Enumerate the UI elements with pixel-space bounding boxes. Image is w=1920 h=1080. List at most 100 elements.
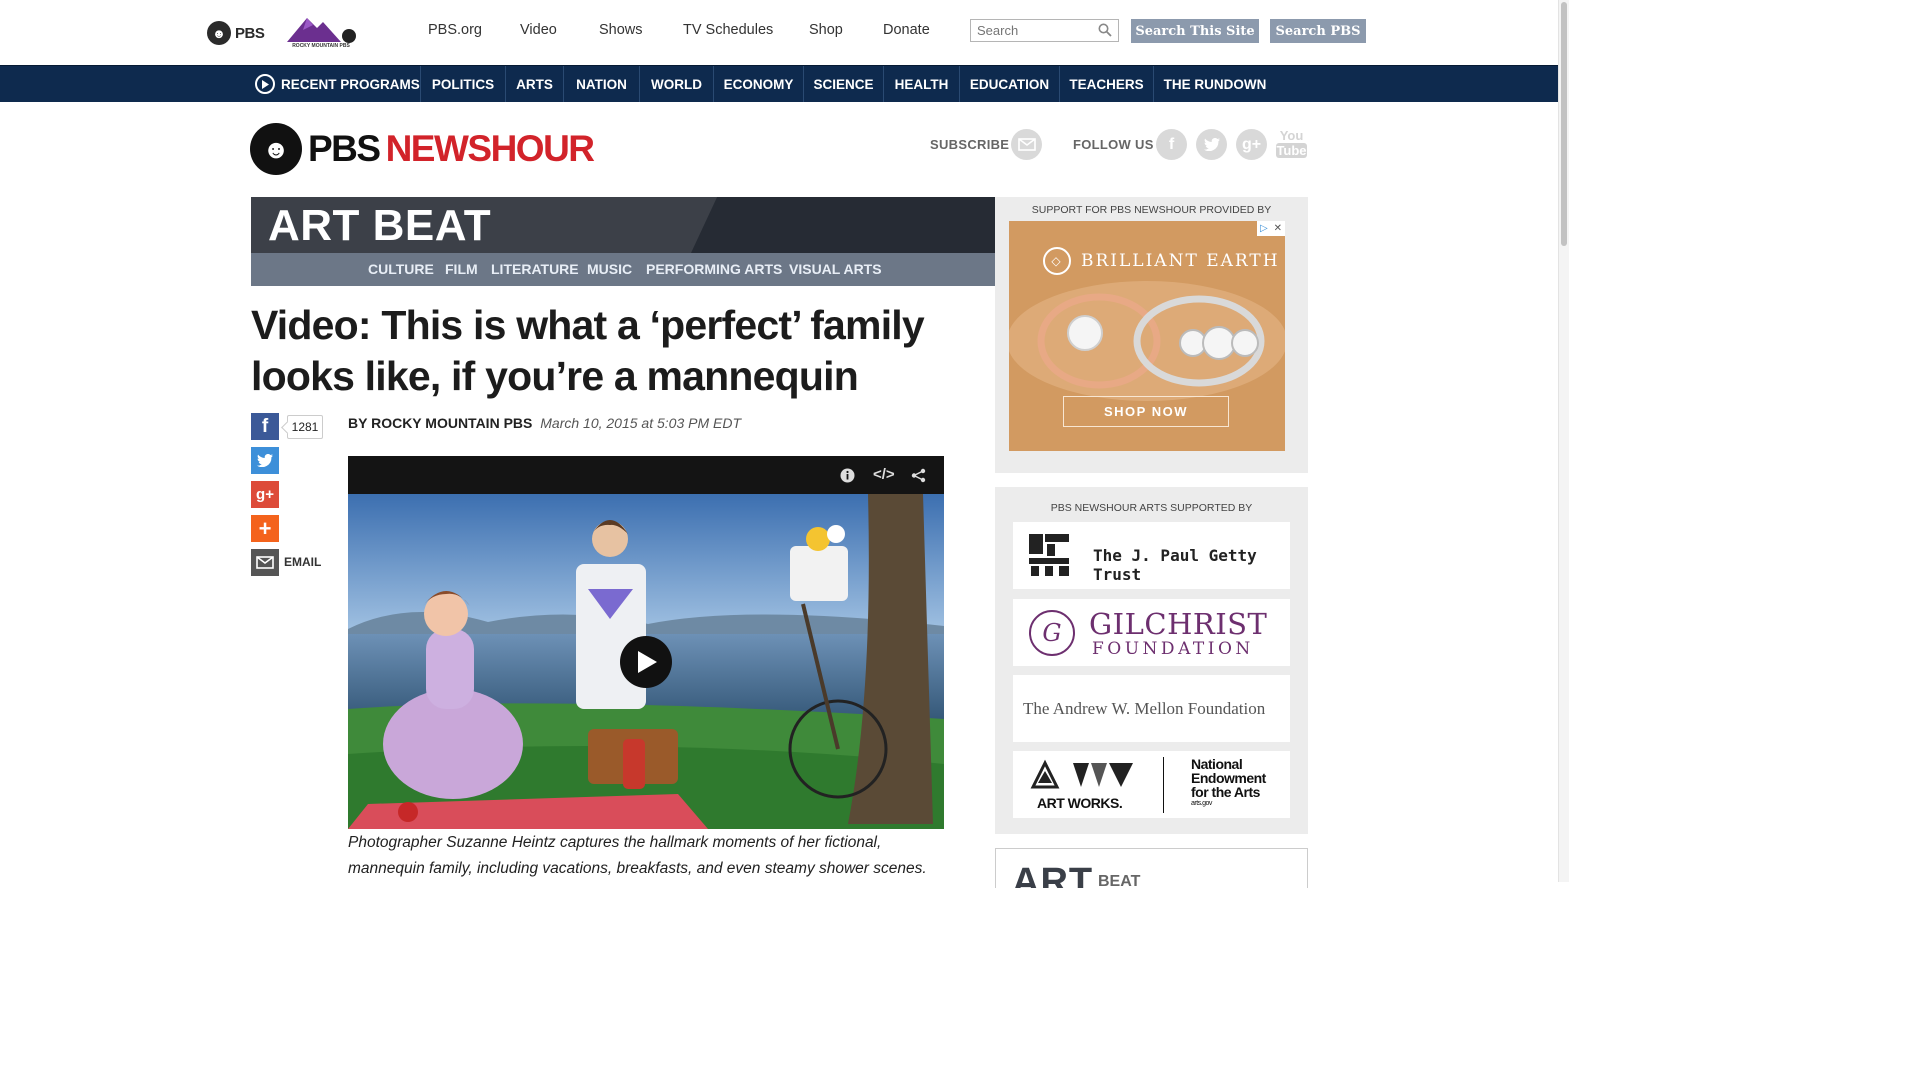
- nav-education[interactable]: EDUCATION: [960, 66, 1060, 102]
- art-beat-categories: CULTURE FILM LITERATURE MUSIC PERFORMING…: [251, 253, 995, 286]
- nav-nation[interactable]: NATION: [564, 66, 640, 102]
- nav-health[interactable]: HEALTH: [884, 66, 960, 102]
- nav-label: RECENT PROGRAMS: [281, 76, 420, 92]
- art-beat-promo[interactable]: ART BEAT: [995, 848, 1308, 888]
- share-icon[interactable]: [911, 468, 926, 483]
- sponsor-gilchrist[interactable]: G GILCHRIST FOUNDATION: [1013, 599, 1290, 666]
- art-beat-title-bar: ART BEAT: [251, 197, 995, 253]
- nav-teachers[interactable]: TEACHERS: [1060, 66, 1154, 102]
- nea-text: National Endowment for the Arts arts.gov: [1191, 757, 1266, 808]
- pbs-logo[interactable]: ☻ PBS: [207, 20, 265, 46]
- sponsor-mellon-text: The Andrew W. Mellon Foundation: [1023, 699, 1266, 718]
- sponsors-container: PBS NEWSHOUR ARTS SUPPORTED BY The J. Pa…: [995, 487, 1308, 834]
- pbs-top-bar: ☻ PBS ROCKY MOUNTAIN PBS PBS.org Video S…: [0, 0, 1558, 65]
- nav-economy[interactable]: ECONOMY: [714, 66, 804, 102]
- email-share-icon[interactable]: [251, 549, 279, 576]
- promo-title: ART: [1012, 861, 1094, 888]
- category-performing-arts[interactable]: PERFORMING ARTS: [646, 261, 782, 277]
- pbs-logo-text: PBS: [235, 24, 265, 42]
- twitter-icon[interactable]: [1196, 129, 1227, 160]
- category-film[interactable]: FILM: [445, 261, 478, 277]
- search-pbs-button[interactable]: Search PBS: [1270, 19, 1366, 43]
- pbs-head-icon: ☻: [207, 21, 231, 45]
- nav-the-rundown[interactable]: THE RUNDOWN: [1154, 66, 1276, 102]
- top-link-shop[interactable]: Shop: [809, 22, 843, 38]
- art-works-text: ART WORKS.: [1037, 795, 1123, 811]
- adchoices-icon[interactable]: ▷ ✕: [1257, 221, 1285, 236]
- ad-support-label: SUPPORT FOR PBS NEWSHOUR PROVIDED BY: [1031, 204, 1272, 216]
- video-player[interactable]: </>: [348, 456, 944, 829]
- search-this-site-button[interactable]: Search This Site: [1131, 19, 1259, 43]
- nav-world[interactable]: WORLD: [640, 66, 714, 102]
- top-link-shows[interactable]: Shows: [599, 22, 643, 38]
- nea-line-1: National: [1191, 756, 1243, 772]
- nav-arts[interactable]: ARTS: [506, 66, 564, 102]
- top-link-tv-schedules[interactable]: TV Schedules: [683, 22, 773, 38]
- youtube-tube: Tube: [1276, 143, 1307, 158]
- sponsor-gilchrist-sub: FOUNDATION: [1092, 639, 1254, 659]
- email-subscribe-icon[interactable]: [1011, 129, 1042, 160]
- top-link-video[interactable]: Video: [520, 22, 557, 38]
- art-beat-banner: ART BEAT CULTURE FILM LITERATURE MUSIC P…: [251, 197, 995, 286]
- nea-line-2: Endowment: [1191, 770, 1266, 786]
- scrollbar-thumb[interactable]: [1561, 2, 1567, 246]
- mountain-icon: [287, 18, 356, 43]
- facebook-icon[interactable]: f: [1156, 129, 1187, 160]
- play-icon: [638, 651, 657, 673]
- category-music[interactable]: MUSIC: [587, 261, 632, 277]
- category-visual-arts[interactable]: VISUAL ARTS: [789, 261, 882, 277]
- svg-text:G: G: [1042, 619, 1061, 647]
- station-label: ROCKY MOUNTAIN PBS: [292, 43, 350, 49]
- follow-us-label: FOLLOW US: [1073, 137, 1154, 152]
- rocky-mountain-pbs-logo[interactable]: ROCKY MOUNTAIN PBS: [283, 14, 359, 52]
- section-title[interactable]: ART BEAT: [268, 201, 491, 251]
- facebook-share-icon[interactable]: f: [251, 413, 279, 440]
- sponsor-mellon[interactable]: The Andrew W. Mellon Foundation: [1013, 675, 1290, 742]
- ad-container: SUPPORT FOR PBS NEWSHOUR PROVIDED BY ▷ ✕ …: [995, 197, 1308, 473]
- nav-politics[interactable]: POLITICS: [421, 66, 506, 102]
- article-headline: Video: This is what a ‘perfect’ family l…: [251, 302, 925, 399]
- embed-icon[interactable]: </>: [873, 466, 895, 483]
- shop-now-button[interactable]: SHOP NOW: [1063, 396, 1229, 427]
- sponsor-nea[interactable]: ART WORKS. National Endowment for the Ar…: [1013, 751, 1290, 818]
- search-icon[interactable]: [1098, 23, 1112, 37]
- search-field: [970, 19, 1119, 42]
- google-plus-share-icon[interactable]: g+: [251, 481, 279, 508]
- subscribe-label[interactable]: SUBSCRIBE: [930, 137, 1009, 152]
- ad-brand: ◇ BRILLIANT EARTH: [1043, 247, 1280, 275]
- email-share-label[interactable]: EMAIL: [284, 555, 321, 569]
- play-button[interactable]: [620, 636, 672, 688]
- youtube-icon[interactable]: You Tube: [1276, 128, 1307, 162]
- play-circle-icon: [255, 74, 275, 94]
- sponsor-getty[interactable]: The J. Paul Getty Trust: [1013, 522, 1290, 589]
- nav-science[interactable]: SCIENCE: [804, 66, 884, 102]
- diamond-icon: ◇: [1043, 247, 1071, 275]
- promo-sub: BEAT: [1098, 873, 1141, 888]
- main-nav: RECENT PROGRAMS POLITICS ARTS NATION WOR…: [0, 65, 1558, 102]
- top-link-donate[interactable]: Donate: [883, 22, 930, 38]
- sponsor-divider: [1163, 757, 1164, 813]
- info-icon[interactable]: [840, 468, 855, 483]
- nav-recent-programs[interactable]: RECENT PROGRAMS: [251, 66, 421, 102]
- search-input[interactable]: [971, 20, 1101, 41]
- video-caption: Photographer Suzanne Heintz captures the…: [348, 834, 927, 877]
- nea-url: arts.gov: [1191, 800, 1212, 807]
- sponsor-gilchrist-text: GILCHRIST: [1089, 607, 1268, 641]
- byline-author[interactable]: BY ROCKY MOUNTAIN PBS: [348, 415, 532, 431]
- ad-brand-text: BRILLIANT EARTH: [1081, 251, 1280, 271]
- brilliant-earth-ad[interactable]: ▷ ✕ ◇ BRILLIANT EARTH SHOP NOW: [1009, 221, 1285, 451]
- top-link-pbs-org[interactable]: PBS.org: [428, 22, 482, 38]
- art-works-logo-icon: [1030, 759, 1133, 789]
- category-literature[interactable]: LITERATURE: [491, 261, 579, 277]
- page-scrollbar[interactable]: [1558, 0, 1569, 882]
- sponsor-getty-text: The J. Paul Getty Trust: [1093, 546, 1257, 584]
- addthis-share-icon[interactable]: +: [251, 515, 279, 542]
- google-plus-icon[interactable]: g+: [1236, 129, 1267, 160]
- twitter-share-icon[interactable]: [251, 447, 279, 474]
- category-culture[interactable]: CULTURE: [368, 261, 434, 277]
- youtube-you: You: [1279, 128, 1304, 143]
- logo-newshour-text: NEWSHOUR: [385, 128, 595, 169]
- byline: BY ROCKY MOUNTAIN PBS March 10, 2015 at …: [348, 415, 741, 431]
- newshour-logo[interactable]: ☻ PBS NEWSHOUR: [250, 122, 595, 176]
- byline-date: March 10, 2015 at 5:03 PM EDT: [540, 415, 742, 431]
